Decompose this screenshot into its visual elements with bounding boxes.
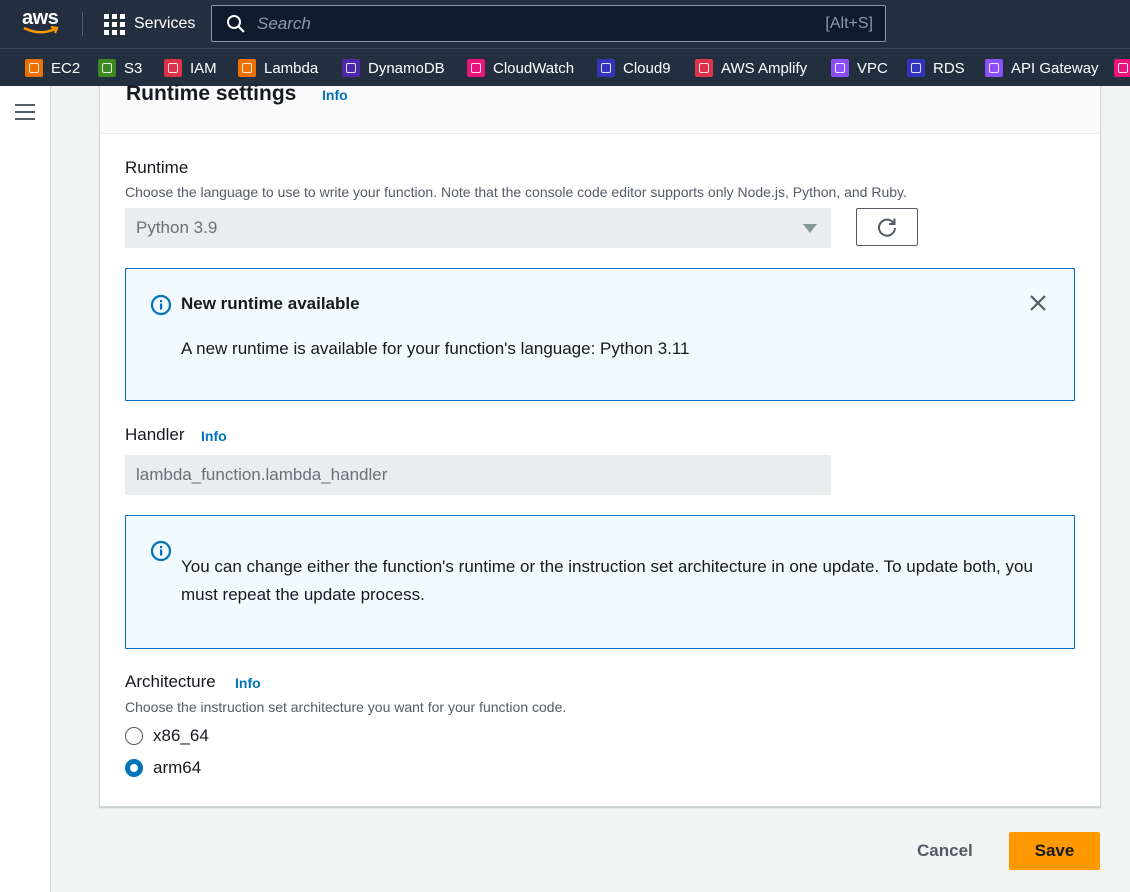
favorite-label: RDS [933,59,965,77]
favorite-item[interactable]: Cloud9 [597,49,671,86]
top-navigation: aws Services Search [Alt+S] [0,0,1130,48]
hamburger-menu-icon[interactable] [15,104,35,120]
smile-icon [23,26,59,34]
service-icon [907,59,925,77]
radio-x86-64[interactable]: x86_64 [125,726,209,746]
favorite-item[interactable]: IAM [164,49,217,86]
radio-button-selected[interactable] [125,759,143,777]
favorite-label: AWS Amplify [721,59,808,77]
architecture-description: Choose the instruction set architecture … [125,699,567,715]
service-icon [164,59,182,77]
title-info-link[interactable]: Info [322,87,348,103]
service-icon [985,59,1003,77]
favorite-label: CloudWatch [493,59,575,77]
handler-value: lambda_function.lambda_handler [136,465,388,484]
update-alert-body: You can change either the function's run… [181,557,1033,604]
favorite-label: IAM [190,59,217,77]
favorite-label: Lambda [264,59,319,77]
service-icon [342,59,360,77]
service-icon [467,59,485,77]
radio-label: arm64 [153,758,202,777]
favorite-label: VPC [857,59,888,77]
favorite-item[interactable]: Lambda [238,49,318,86]
favorite-item[interactable] [1114,49,1130,86]
runtime-settings-panel: Runtime settings Info Runtime Choose the… [99,82,1101,807]
caret-down-icon [803,224,817,233]
favorites-bar: EC2 S3 IAM Lambda DynamoDB CloudWatch Cloud9 AW… [0,48,1130,86]
refresh-icon [878,218,896,237]
info-circle-icon [150,294,172,316]
save-button-label: Save [1034,841,1075,860]
aws-logo[interactable]: aws [22,8,62,38]
service-icon [831,59,849,77]
radio-label: x86_64 [153,726,209,745]
refresh-button[interactable] [856,208,918,246]
favorite-label: EC2 [51,59,81,77]
runtime-select[interactable]: Python 3.9 [125,208,831,248]
services-label: Services [134,15,196,32]
favorite-item[interactable]: S3 [98,49,142,86]
page-title: Runtime settings [126,82,297,105]
favorite-label: DynamoDB [368,59,445,77]
favorite-item[interactable]: DynamoDB [342,49,445,86]
search-input[interactable]: Search [Alt+S] [211,5,886,42]
favorite-item[interactable]: VPC [831,49,888,86]
architecture-label: Architecture [125,672,216,691]
service-icon [597,59,615,77]
favorite-label: API Gateway [1011,59,1099,77]
service-icon [695,59,713,77]
side-navigation-rail [0,86,51,892]
search-placeholder: Search [257,13,311,33]
favorite-item[interactable]: EC2 [25,49,80,86]
radio-button[interactable] [125,727,143,745]
aws-logo-text: aws [22,7,59,29]
nav-divider [82,12,83,36]
favorite-item[interactable]: API Gateway [985,49,1099,86]
cancel-button[interactable]: Cancel [917,841,973,861]
favorite-item[interactable]: AWS Amplify [695,49,807,86]
favorite-label: Cloud9 [623,59,671,77]
favorite-label: S3 [124,59,143,77]
grid-icon [104,13,125,35]
handler-info-link[interactable]: Info [201,428,227,444]
service-icon [238,59,256,77]
runtime-label: Runtime [125,158,189,177]
runtime-description: Choose the language to use to write your… [125,184,907,200]
service-icon [1114,59,1130,77]
alert-body: A new runtime is available for your func… [181,339,690,358]
alert-title: New runtime available [181,294,360,313]
service-icon [25,59,43,77]
search-icon [227,14,245,33]
runtime-selected-value: Python 3.9 [136,218,218,237]
favorite-item[interactable]: CloudWatch [467,49,574,86]
radio-arm64[interactable]: arm64 [125,758,201,778]
close-icon[interactable] [1029,294,1047,312]
handler-label: Handler [125,425,185,444]
new-runtime-alert: New runtime available A new runtime is a… [125,268,1075,401]
panel-header: Runtime settings Info [100,82,1100,134]
favorite-item[interactable]: RDS [907,49,965,86]
service-icon [98,59,116,77]
handler-input[interactable]: lambda_function.lambda_handler [125,455,831,495]
services-menu-button[interactable]: Services [104,12,195,36]
architecture-info-link[interactable]: Info [235,675,261,691]
update-info-alert: You can change either the function's run… [125,515,1075,649]
info-circle-icon [150,540,172,562]
save-button[interactable]: Save [1009,832,1100,870]
search-shortcut: [Alt+S] [825,14,873,32]
